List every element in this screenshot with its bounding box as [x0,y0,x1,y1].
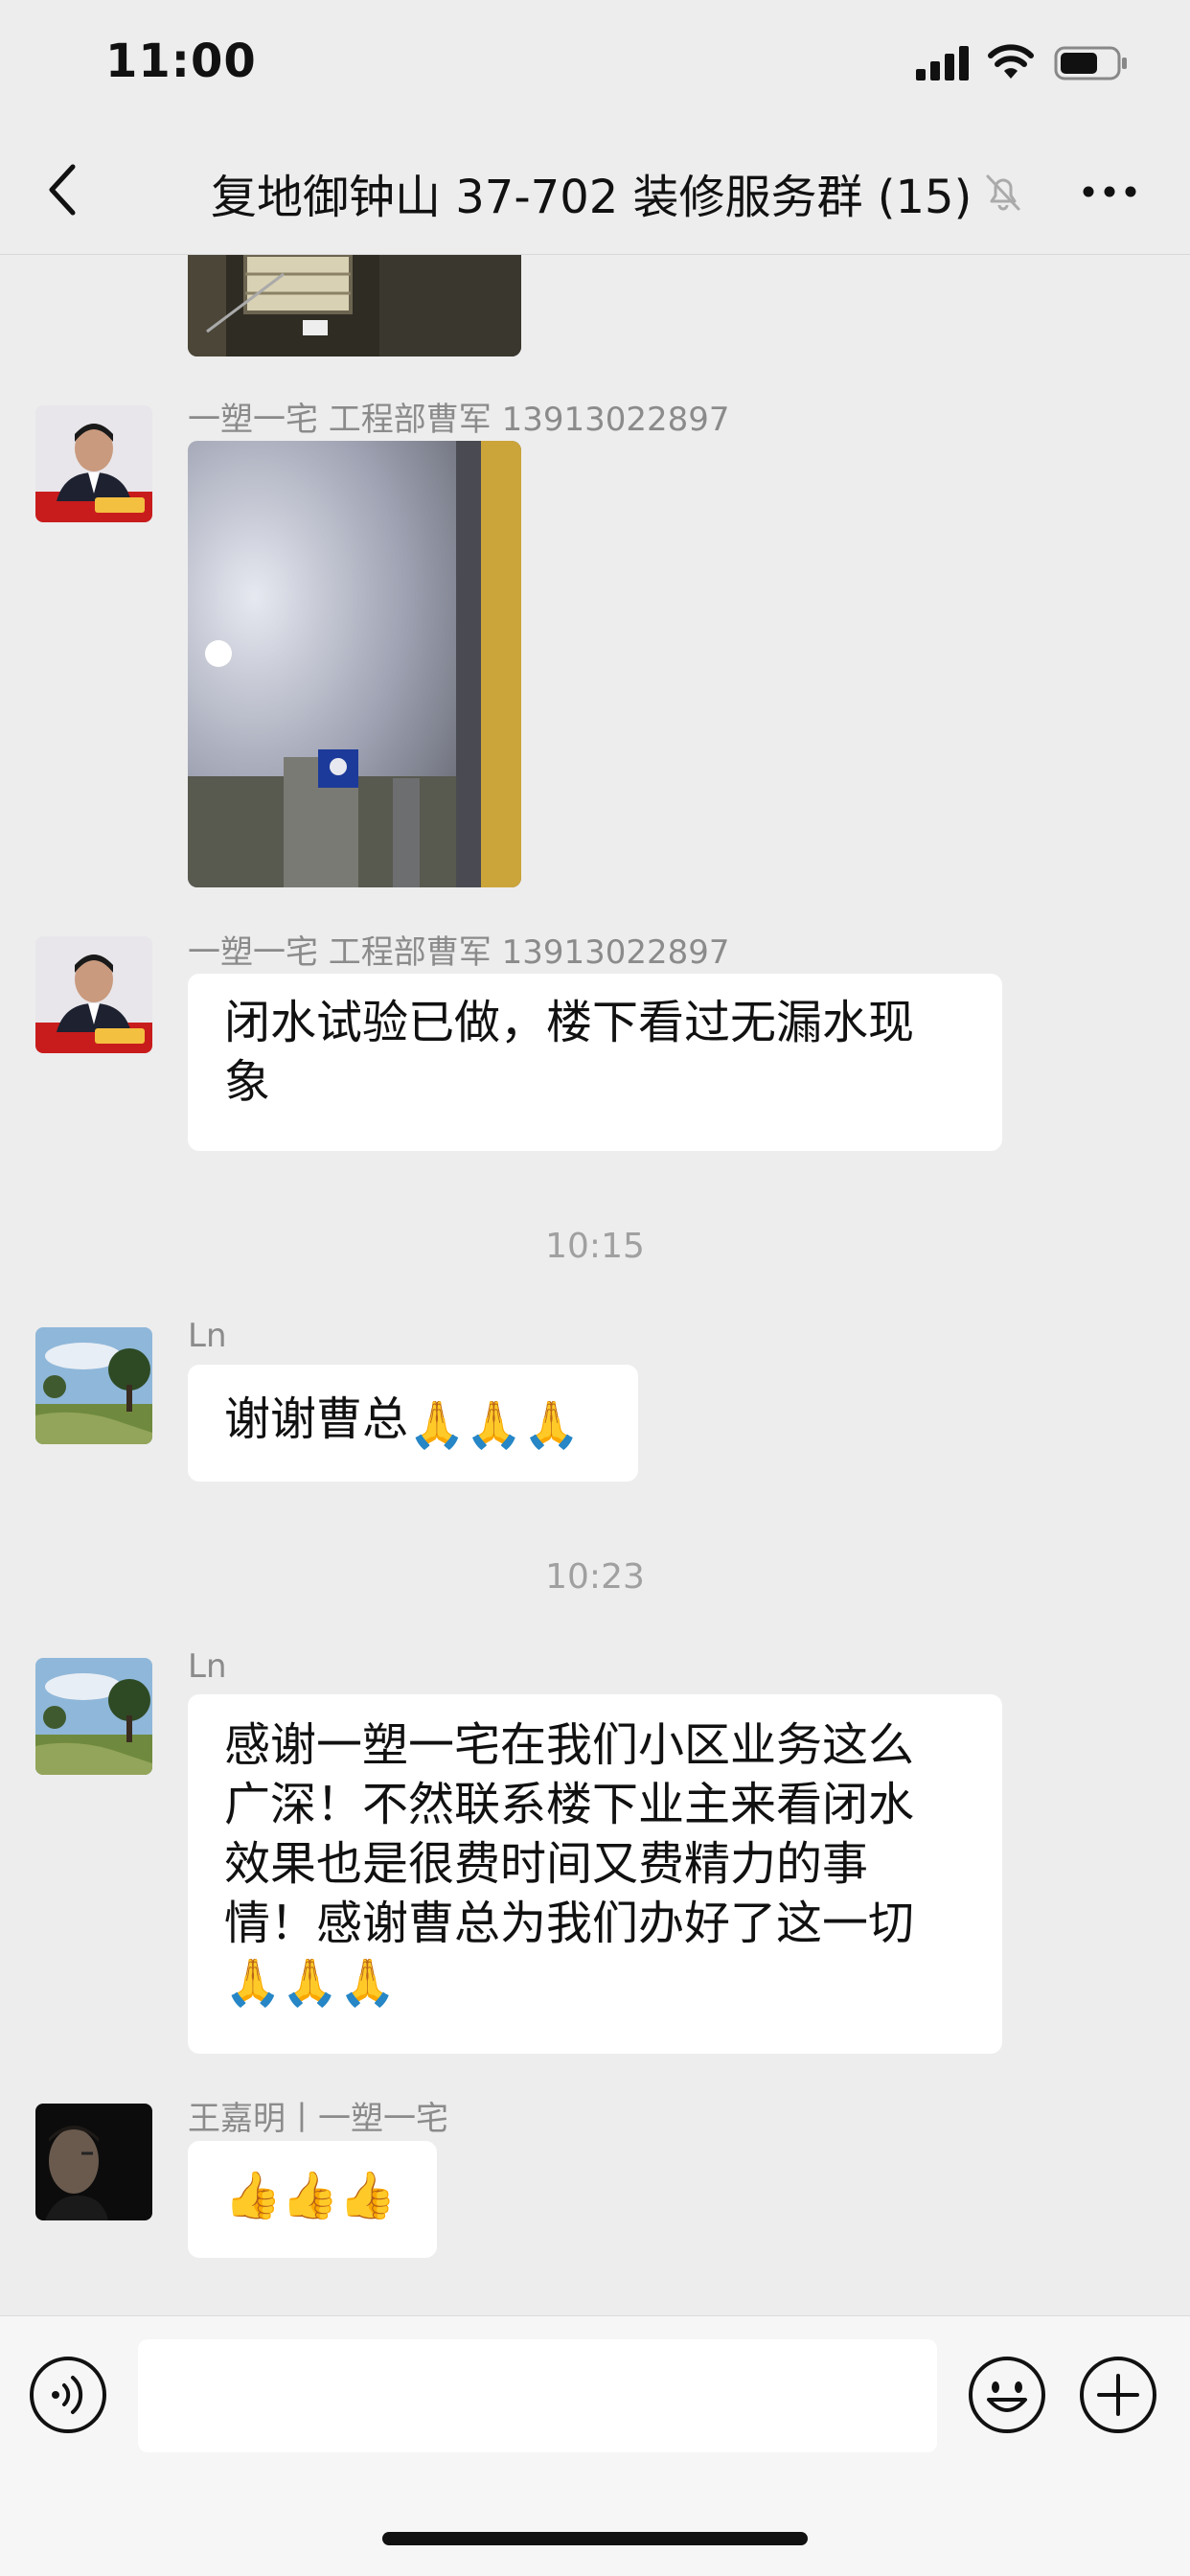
sender-name: 王嘉明丨一塑一宅 [188,2100,448,2138]
avatar-caojun[interactable] [35,936,152,1053]
voice-input-icon[interactable] [27,2354,109,2436]
image-message-partial[interactable] [188,255,521,356]
status-time: 11:00 [105,34,257,88]
home-indicator [382,2532,808,2545]
avatar-wangjiaming[interactable] [35,2104,152,2220]
avatar-portrait [35,936,152,1053]
message-text: 感谢一塑一宅在我们小区业务这么 [224,1718,915,1772]
message-bubble[interactable]: 闭水试验已做，楼下看过无漏水现 象 [188,974,1002,1151]
message-text: 广深！不然联系楼下业主来看闭水 [224,1778,915,1831]
photo-content [188,441,521,887]
wifi-icon [988,44,1034,79]
avatar-caojun[interactable] [35,405,152,522]
message-text: 情！感谢曹总为我们办好了这一切 [224,1897,915,1950]
avatar-portrait [35,405,152,522]
praying-hands-emoji: 🙏🙏🙏 [224,1956,397,2010]
message-text: 谢谢曹总 [224,1392,409,1446]
message-text: 闭水试验已做，楼下看过无漏水现 [224,996,915,1049]
mute-bell-icon [986,174,1020,211]
message-text: 效果也是很费时间又费精力的事 [224,1837,869,1891]
sender-name: Ln [188,1317,227,1355]
thumbs-up-emoji: 👍👍👍 [224,2169,397,2222]
sender-name: 一塑一宅 工程部曹军 13913022897 [188,401,730,439]
avatar-portrait-dark [35,2104,152,2220]
message-bubble[interactable]: 感谢一塑一宅在我们小区业务这么 广深！不然联系楼下业主来看闭水 效果也是很费时间… [188,1694,1002,2054]
avatar-ln[interactable] [35,1658,152,1775]
avatar-landscape [35,1658,152,1775]
plus-icon[interactable] [1077,2354,1159,2436]
avatar-landscape [35,1327,152,1444]
more-options-icon[interactable] [1081,182,1138,201]
timestamp: 10:23 [545,1557,645,1597]
photo-content [188,255,521,356]
image-message[interactable] [188,441,521,887]
message-bubble[interactable]: 👍👍👍 [188,2141,437,2258]
praying-hands-emoji: 🙏🙏🙏 [408,1398,581,1452]
back-arrow-icon[interactable] [44,161,82,218]
message-text: 象 [224,1055,271,1109]
chat-title: 复地御钟山 37-702 装修服务群 (15) [211,171,973,224]
cellular-signal-icon [916,46,969,80]
message-bubble[interactable]: 谢谢曹总🙏🙏🙏 [188,1365,638,1482]
battery-icon [1054,46,1127,80]
emoji-icon[interactable] [966,2354,1048,2436]
timestamp: 10:15 [545,1227,645,1266]
message-input[interactable] [138,2339,937,2452]
sender-name: Ln [188,1647,227,1686]
avatar-ln[interactable] [35,1327,152,1444]
sender-name: 一塑一宅 工程部曹军 13913022897 [188,933,730,972]
